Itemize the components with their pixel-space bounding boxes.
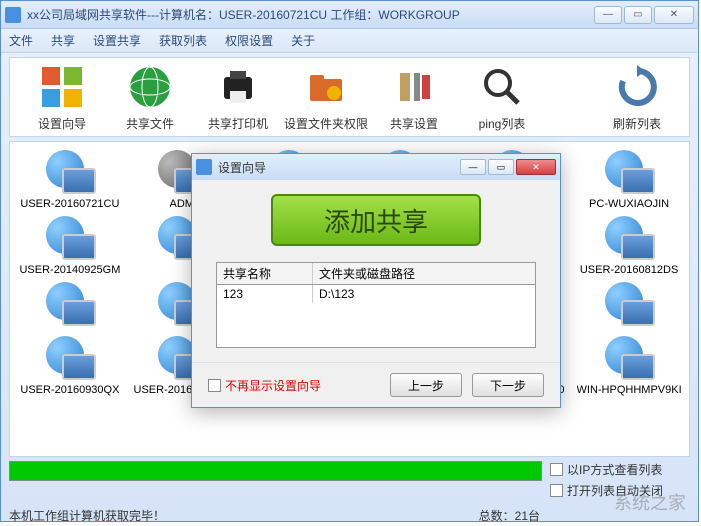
wizard-dialog: 设置向导 — ▭ ✕ 添加共享 共享名称 文件夹或磁盘路径 123 D:\123 [191, 153, 561, 408]
menu-file[interactable]: 文件 [9, 32, 33, 49]
table-row[interactable]: 123 D:\123 [217, 285, 535, 303]
computer-item[interactable]: USER-20160930QX [16, 334, 124, 396]
refresh-icon [613, 63, 661, 111]
titlebar[interactable]: xx公司局域网共享软件---计算机名：USER-20160721CU 工作组：W… [1, 1, 698, 29]
dialog-close-button[interactable]: ✕ [516, 159, 556, 175]
computer-icon [40, 214, 100, 262]
dialog-icon [196, 159, 212, 175]
menu-about[interactable]: 关于 [291, 32, 315, 49]
minimize-button[interactable]: — [594, 6, 622, 24]
tool-folder-perm[interactable]: 设置文件夹权限 [282, 63, 370, 132]
close-button[interactable]: ✕ [654, 6, 694, 24]
menubar: 文件 共享 设置共享 获取列表 权限设置 关于 [1, 29, 698, 53]
tool-share-printer[interactable]: 共享打印机 [194, 63, 282, 132]
magnifier-icon [478, 63, 526, 111]
progress-bar [9, 461, 542, 481]
maximize-button[interactable]: ▭ [624, 6, 652, 24]
computer-label: PC-WUXIAOJIN [589, 198, 669, 210]
col-path: 文件夹或磁盘路径 [313, 263, 535, 284]
computer-icon [40, 148, 100, 196]
dialog-titlebar[interactable]: 设置向导 — ▭ ✕ [192, 154, 560, 180]
computer-icon [40, 334, 100, 382]
dialog-minimize-button[interactable]: — [460, 159, 486, 175]
dialog-title: 设置向导 [218, 159, 460, 176]
status-count: 总数：21台 [479, 507, 540, 524]
tool-share-file[interactable]: 共享文件 [106, 63, 194, 132]
status-text: 本机工作组计算机获取完毕！ [9, 507, 165, 524]
computer-label: USER-20160812DS [580, 264, 678, 276]
tool-wizard[interactable]: 设置向导 [18, 63, 106, 132]
folder-lock-icon [302, 63, 350, 111]
printer-icon [214, 63, 262, 111]
computer-icon [599, 148, 659, 196]
add-share-button[interactable]: 添加共享 [271, 194, 481, 246]
app-icon [5, 7, 21, 23]
checkbox-auto-close[interactable]: 打开列表自动关闭 [550, 482, 690, 499]
computer-item[interactable] [16, 280, 124, 330]
share-table[interactable]: 共享名称 文件夹或磁盘路径 123 D:\123 [216, 262, 536, 348]
tool-ping[interactable]: ping列表 [458, 63, 546, 132]
tool-refresh[interactable]: 刷新列表 [593, 63, 681, 132]
computer-icon [599, 280, 659, 328]
next-button[interactable]: 下一步 [472, 373, 544, 397]
computer-label: WIN-HPQHHMPV9KI [577, 384, 682, 396]
computer-item[interactable]: PC-WUXIAOJIN [575, 148, 683, 210]
checkbox-dont-show[interactable]: 不再显示设置向导 [208, 377, 321, 394]
computer-label: USER-20140925GM [19, 264, 120, 276]
toolbar: 设置向导 共享文件 共享打印机 设置文件夹权限 共享设置 ping列表 刷新列表 [9, 57, 690, 137]
window-title: xx公司局域网共享软件---计算机名：USER-20160721CU 工作组：W… [27, 6, 594, 23]
tools-icon [390, 63, 438, 111]
computer-item[interactable] [575, 280, 683, 330]
computer-label: USER-20160930QX [20, 384, 119, 396]
computer-icon [599, 334, 659, 382]
computer-label: USER-20160721CU [20, 198, 119, 210]
prev-button[interactable]: 上一步 [390, 373, 462, 397]
menu-get-list[interactable]: 获取列表 [159, 32, 207, 49]
bottom-panel: 以IP方式查看列表 打开列表自动关闭 本机工作组计算机获取完毕！ 总数：21台 [9, 461, 690, 524]
windows-icon [38, 63, 86, 111]
computer-item[interactable]: WIN-HPQHHMPV9KI [575, 334, 683, 396]
menu-permissions[interactable]: 权限设置 [225, 32, 273, 49]
menu-share[interactable]: 共享 [51, 32, 75, 49]
computer-icon [599, 214, 659, 262]
menu-set-share[interactable]: 设置共享 [93, 32, 141, 49]
computer-item[interactable]: USER-20140925GM [16, 214, 124, 276]
main-window: xx公司局域网共享软件---计算机名：USER-20160721CU 工作组：W… [0, 0, 699, 522]
dialog-maximize-button[interactable]: ▭ [488, 159, 514, 175]
checkbox-ip-mode[interactable]: 以IP方式查看列表 [550, 461, 690, 478]
col-share-name: 共享名称 [217, 263, 313, 284]
computer-item[interactable]: USER-20160721CU [16, 148, 124, 210]
globe-icon [126, 63, 174, 111]
computer-icon [40, 280, 100, 328]
computer-item[interactable]: USER-20160812DS [575, 214, 683, 276]
tool-share-settings[interactable]: 共享设置 [370, 63, 458, 132]
